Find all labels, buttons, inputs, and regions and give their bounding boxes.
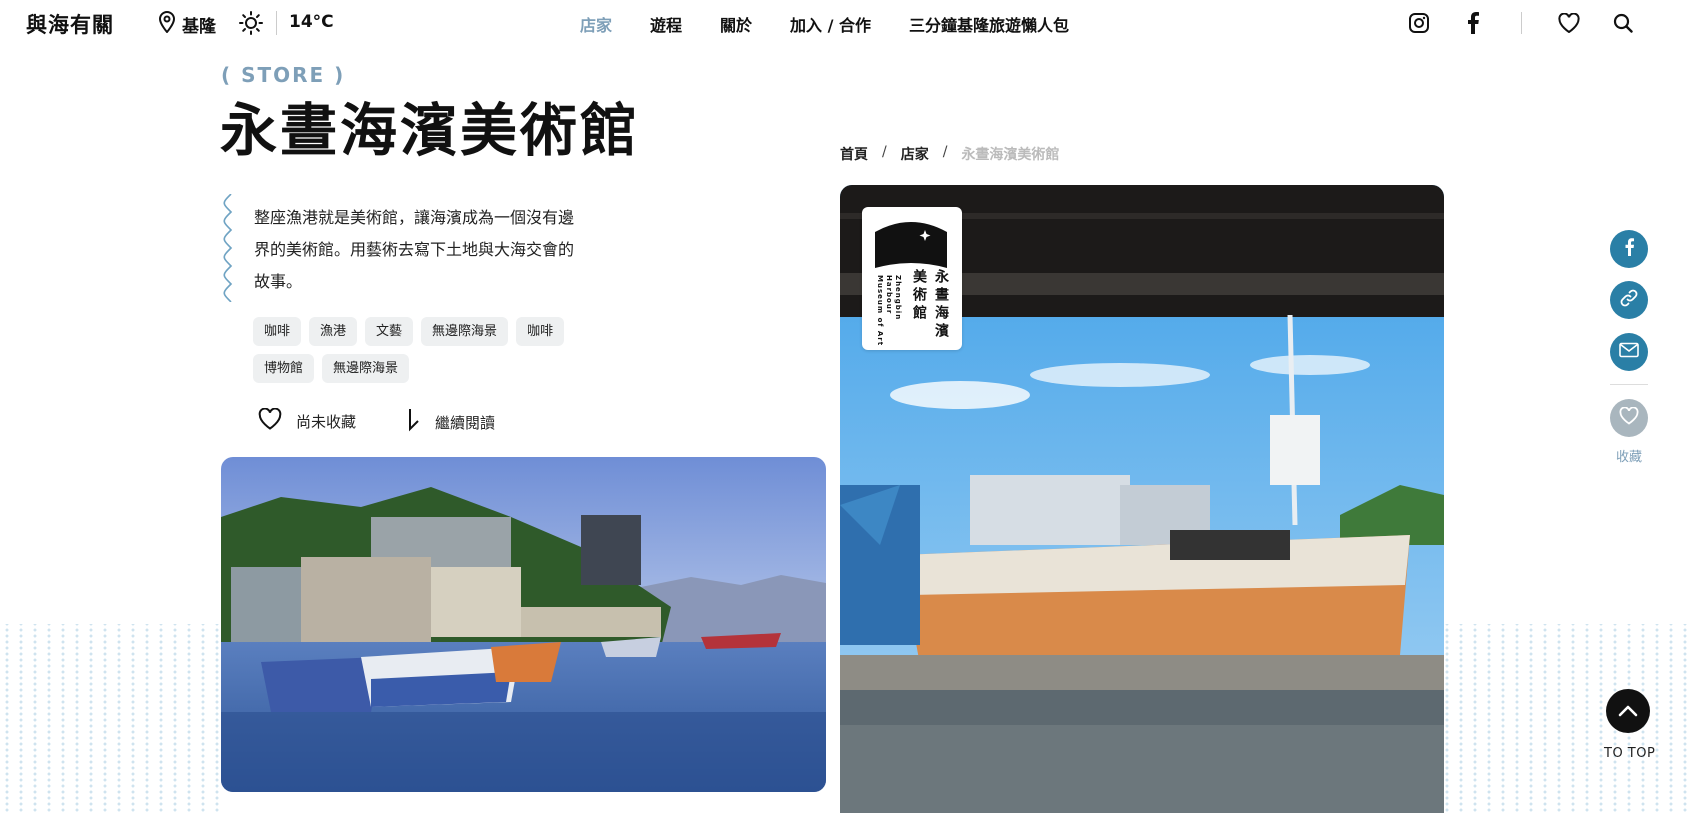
nav-item-join[interactable]: 加入 / 合作 xyxy=(790,12,871,36)
back-to-top-label: TO TOP xyxy=(1604,746,1656,761)
share-facebook-button[interactable] xyxy=(1610,230,1648,268)
sidebar-save-button[interactable] xyxy=(1610,399,1648,437)
tag-chip[interactable]: 文藝 xyxy=(365,317,414,346)
tag-list: 咖啡 漁港 文藝 無邊際海景 咖啡 博物館 無邊際海景 xyxy=(253,317,583,383)
mail-icon xyxy=(1619,342,1639,362)
main-nav: 店家 遊程 關於 加入 / 合作 三分鐘基隆旅遊懶人包 xyxy=(580,12,1107,36)
museum-name-en: Zhengbin Harbour Museum of Art xyxy=(876,275,902,347)
back-to-top-button[interactable] xyxy=(1606,689,1650,733)
decorative-dot-pattern-right xyxy=(1440,624,1689,813)
location-widget[interactable]: 基隆 xyxy=(158,10,216,38)
header-divider xyxy=(276,11,277,35)
save-button[interactable]: 尚未收藏 xyxy=(258,407,357,434)
page-title: 永晝海濱美術館 xyxy=(220,98,640,164)
category-tag: ( STORE ) xyxy=(221,63,346,87)
share-divider xyxy=(1610,384,1648,385)
sun-icon xyxy=(239,11,263,39)
breadcrumb-home[interactable]: 首頁 xyxy=(840,144,868,164)
tag-chip[interactable]: 咖啡 xyxy=(253,317,302,346)
tag-chip[interactable]: 博物館 xyxy=(253,354,315,383)
facebook-icon[interactable] xyxy=(1461,11,1485,35)
site-logo[interactable]: 與海有關 xyxy=(26,9,114,39)
breadcrumb: 首頁 / 店家 / 永晝海濱美術館 xyxy=(840,144,1059,164)
breadcrumb-current: 永晝海濱美術館 xyxy=(961,147,1060,163)
tag-chip[interactable]: 咖啡 xyxy=(516,317,565,346)
museum-building-icon xyxy=(875,220,947,272)
breadcrumb-separator: / xyxy=(942,144,948,160)
museum-logo-card: 永晝海濱 美術館 Zhengbin Harbour Museum of Art xyxy=(862,207,962,350)
heart-icon[interactable] xyxy=(1557,11,1581,35)
breadcrumb-section[interactable]: 店家 xyxy=(901,144,929,164)
heart-icon xyxy=(1619,406,1639,429)
link-icon xyxy=(1619,288,1639,312)
breadcrumb-separator: / xyxy=(882,144,887,160)
site-header: 與海有關 基隆 14°C 店家 遊程 關於 加入 / 合作 三分鐘基隆旅遊懶人包 xyxy=(0,0,1689,48)
facebook-icon xyxy=(1624,238,1635,260)
location-label: 基隆 xyxy=(182,17,216,37)
nav-item-tours[interactable]: 遊程 xyxy=(650,12,682,36)
decorative-dot-pattern-left xyxy=(0,624,220,813)
tag-chip[interactable]: 無邊際海景 xyxy=(322,354,410,383)
museum-name-cn-col2: 美術館 xyxy=(911,269,927,323)
temperature-label: 14°C xyxy=(289,12,334,32)
chevron-up-icon xyxy=(1618,702,1638,721)
instagram-icon[interactable] xyxy=(1407,11,1431,35)
copy-link-button[interactable] xyxy=(1610,281,1648,319)
tag-chip[interactable]: 無邊際海景 xyxy=(421,317,509,346)
nav-item-guide[interactable]: 三分鐘基隆旅遊懶人包 xyxy=(909,12,1069,36)
search-icon[interactable] xyxy=(1611,11,1635,35)
museum-name-cn-col1: 永晝海濱 xyxy=(933,269,949,341)
read-more-button[interactable]: 繼續閱讀 xyxy=(405,408,495,436)
map-pin-icon xyxy=(158,10,176,38)
store-description: 整座漁港就是美術館，讓海濱成為一個沒有邊界的美術館。用藝術去寫下土地與大海交會的… xyxy=(254,208,575,291)
harbor-photo xyxy=(221,457,826,792)
header-divider-right xyxy=(1521,12,1522,34)
heart-outline-icon xyxy=(258,407,282,434)
save-label: 尚未收藏 xyxy=(296,412,357,431)
nav-item-stores[interactable]: 店家 xyxy=(580,12,612,36)
read-more-label: 繼續閱讀 xyxy=(435,413,496,432)
share-email-button[interactable] xyxy=(1610,333,1648,371)
nav-item-about[interactable]: 關於 xyxy=(720,12,752,36)
sidebar-save-label: 收藏 xyxy=(1616,450,1643,465)
wave-decoration-icon xyxy=(222,193,234,306)
arrow-down-icon xyxy=(405,408,421,436)
tag-chip[interactable]: 漁港 xyxy=(309,317,358,346)
